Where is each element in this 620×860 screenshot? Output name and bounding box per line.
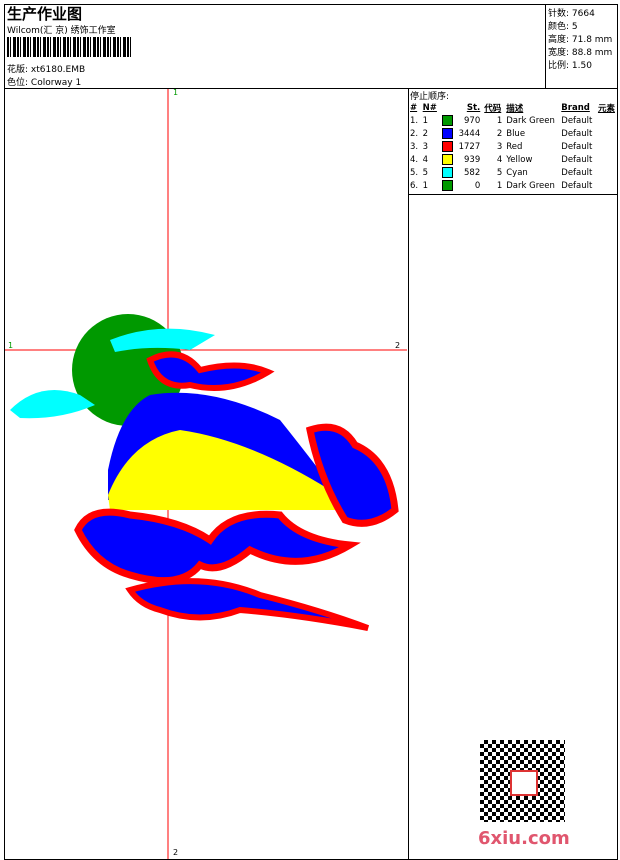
watermark: 6xiu.com — [478, 828, 570, 849]
axis-label-bottom: 2 — [173, 848, 178, 857]
production-worksheet: 生产作业图 Wilcom(汇 京) 绣饰工作室 花版: xt6180.EMB 色… — [0, 0, 620, 860]
embroidery-design — [10, 314, 399, 631]
qr-code — [480, 740, 565, 822]
bottom-cloud — [125, 578, 370, 631]
small-cloud — [146, 351, 275, 392]
lower-cloud — [74, 508, 361, 585]
qr-logo — [510, 770, 538, 796]
axis-label-left: 1 — [8, 341, 13, 350]
axis-label-right: 2 — [395, 341, 400, 350]
design-canvas: 1 1 2 2 — [5, 88, 407, 859]
axis-label-top: 1 — [173, 88, 178, 97]
